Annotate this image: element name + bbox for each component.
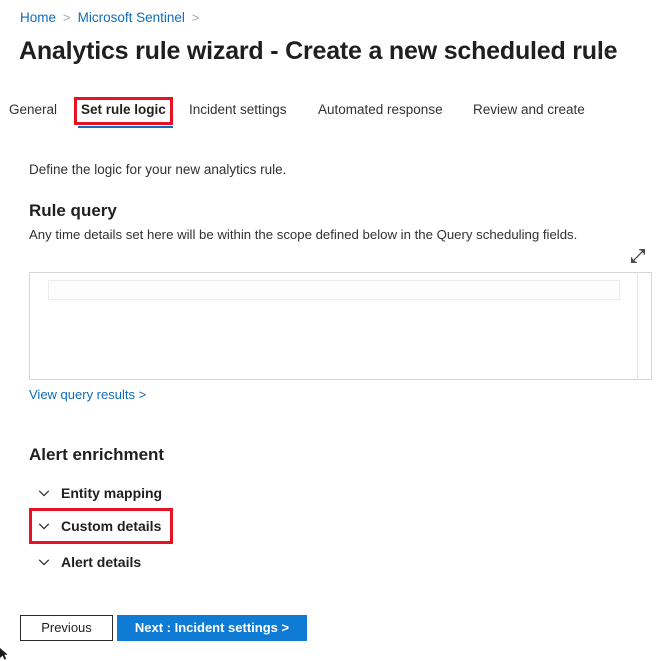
breadcrumb-item-microsoft-sentinel[interactable]: Microsoft Sentinel [78,10,185,26]
tab-review-and-create[interactable]: Review and create [473,99,585,121]
tab-automated-response[interactable]: Automated response [318,99,443,121]
collapse-label-alert-details: Alert details [61,554,142,570]
intro-text: Define the logic for your new analytics … [29,162,287,177]
view-query-results-link[interactable]: View query results > [29,386,146,403]
rule-query-editor[interactable] [29,272,652,380]
previous-button[interactable]: Previous [20,615,113,641]
query-editor-active-line[interactable] [48,280,620,300]
tab-set-rule-logic[interactable]: Set rule logic [81,99,166,121]
collapse-label-entity-mapping: Entity mapping [61,485,163,501]
breadcrumb-separator-icon: > [63,10,71,25]
expand-diagonal-icon[interactable] [629,247,647,265]
collapse-section-alert-details[interactable]: Alert details [36,550,141,574]
tab-incident-settings[interactable]: Incident settings [189,99,287,121]
next-incident-settings-button[interactable]: Next : Incident settings > [117,615,307,641]
breadcrumb: Home > Microsoft Sentinel > [20,10,207,26]
tab-selected-underline [78,125,173,128]
ellipsis-icon[interactable]: ··· [597,42,617,62]
breadcrumb-item-home[interactable]: Home [20,10,56,26]
query-editor-scrollbar[interactable] [637,273,651,379]
rule-query-heading: Rule query [29,201,117,220]
collapse-section-custom-details[interactable]: Custom details [36,514,161,538]
chevron-down-icon [36,485,52,501]
chevron-down-icon [36,554,52,570]
collapse-label-custom-details: Custom details [61,518,162,534]
query-input[interactable] [49,282,619,300]
tab-general[interactable]: General [9,99,57,121]
wizard-tab-bar: General Set rule logic Incident settings… [0,99,661,131]
alert-enrichment-heading: Alert enrichment [29,445,165,464]
rule-query-subtext: Any time details set here will be within… [29,227,578,242]
wizard-footer: Previous Next : Incident settings > [0,608,661,661]
chevron-down-icon [36,518,52,534]
analytics-rule-wizard-page: Home > Microsoft Sentinel > Analytics ru… [0,0,661,661]
breadcrumb-separator-icon: > [191,10,200,25]
page-title: Analytics rule wizard - Create a new sch… [19,37,618,65]
collapse-section-entity-mapping[interactable]: Entity mapping [36,481,162,505]
